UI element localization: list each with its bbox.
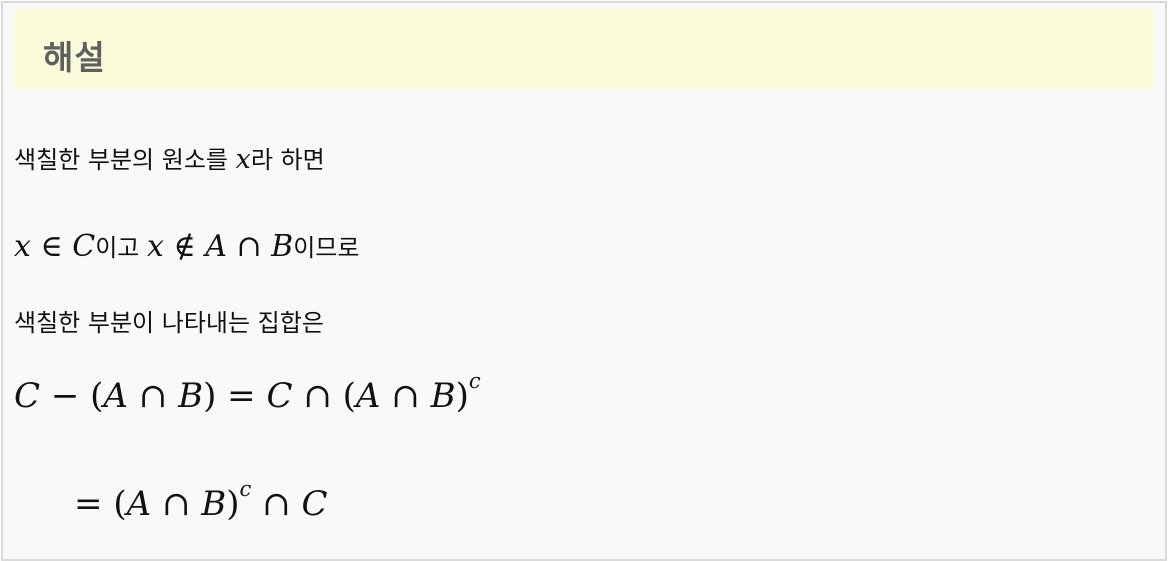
symbol-in: ∈	[40, 229, 63, 264]
symbol-notin: ∉	[173, 229, 196, 264]
var-x-2: x	[147, 229, 164, 264]
set-c: C	[72, 229, 96, 264]
paren-open: (	[113, 483, 127, 524]
symbol-cap: ∩	[161, 483, 191, 524]
set-b: B	[430, 375, 456, 416]
symbol-cap: ∩	[303, 375, 332, 416]
paren-close: )	[226, 483, 240, 524]
math-line-membership: x ∈ C이고 x ∉ A ∩ B이므로	[14, 228, 359, 264]
set-b: B	[271, 229, 294, 264]
symbol-cap: ∩	[236, 229, 262, 264]
paren-open: (	[342, 375, 356, 416]
line1-text-post: 라 하면	[250, 146, 325, 174]
paren-close: )	[455, 375, 469, 416]
set-a: A	[355, 375, 381, 416]
text-line-1: 색칠한 부분의 원소를 x라 하면	[14, 140, 325, 175]
symbol-cap: ∩	[262, 483, 291, 524]
set-c: C	[266, 375, 293, 416]
superscript-complement: c	[468, 368, 481, 393]
text-line-3: 색칠한 부분이 나타내는 집합은	[14, 303, 324, 338]
symbol-equals: =	[227, 375, 256, 416]
superscript-complement: c	[239, 476, 252, 501]
text-imeuro: 이므로	[293, 234, 360, 262]
paren-open: (	[90, 375, 104, 416]
set-b: B	[201, 483, 227, 524]
header-title: 해설	[43, 38, 106, 77]
set-a: A	[103, 375, 128, 416]
set-b: B	[178, 375, 204, 416]
symbol-cap: ∩	[138, 375, 168, 416]
set-c: C	[301, 483, 328, 524]
solution-header: 해설	[14, 9, 1154, 89]
symbol-equals: =	[74, 483, 103, 524]
math-line-equation-2: = (A ∩ B)c ∩ C	[74, 476, 327, 524]
symbol-cap: ∩	[391, 375, 420, 416]
text-igo: 이고	[95, 234, 147, 262]
symbol-minus: −	[50, 375, 80, 416]
line3-text: 색칠한 부분이 나타내는 집합은	[14, 309, 324, 337]
var-x: x	[14, 229, 31, 264]
paren-close: )	[203, 375, 217, 416]
math-line-equation-1: C − (A ∩ B) = C ∩ (A ∩ B)c	[14, 368, 481, 416]
set-a: A	[126, 483, 152, 524]
line1-text-pre: 색칠한 부분의 원소를	[14, 146, 236, 174]
set-c: C	[14, 375, 41, 416]
set-a: A	[205, 229, 227, 264]
variable-x: x	[235, 144, 251, 175]
